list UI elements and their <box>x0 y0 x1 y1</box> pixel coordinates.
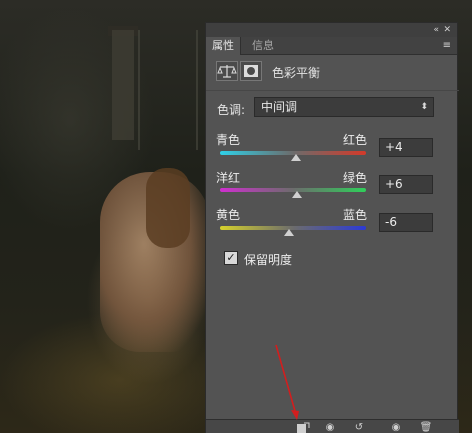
yellow-blue-value-input[interactable]: -6 <box>379 213 433 232</box>
color-balance-icon <box>216 61 238 81</box>
slider-cyan-label: 青色 <box>216 133 241 147</box>
view-previous-icon[interactable]: ◉ <box>323 422 337 433</box>
cyan-red-value-input[interactable]: +4 <box>379 138 433 157</box>
slider-red-label: 红色 <box>343 133 368 147</box>
tab-properties[interactable]: 属性 <box>206 37 241 55</box>
close-panel-button[interactable]: ✕ <box>443 23 451 37</box>
cyan-red-slider-thumb[interactable] <box>290 154 301 161</box>
clip-to-layer-icon[interactable] <box>296 422 310 433</box>
magenta-green-value-input[interactable]: +6 <box>379 175 433 194</box>
visibility-icon[interactable]: ◉ <box>389 422 403 433</box>
preserve-luminosity-label: 保留明度 <box>244 253 293 267</box>
slider-green-label: 绿色 <box>343 171 368 185</box>
adjustment-header: 色彩平衡 <box>206 55 459 91</box>
tab-info[interactable]: 信息 <box>246 37 280 55</box>
yellow-blue-slider-thumb[interactable] <box>283 229 294 236</box>
slider-yellow-label: 黄色 <box>216 208 241 222</box>
figure-hair <box>146 168 190 248</box>
collapse-panel-button[interactable]: « <box>433 23 439 37</box>
gate-pillar <box>112 30 134 140</box>
tone-select-value: 中间调 <box>261 100 298 114</box>
preserve-luminosity-checkbox[interactable]: ✓ <box>224 251 238 265</box>
tone-label: 色调: <box>217 103 246 117</box>
select-arrows-icon: ⬍ <box>420 102 428 112</box>
magenta-green-slider-thumb[interactable] <box>292 191 303 198</box>
panel-menu-icon[interactable]: ≡ <box>443 40 451 51</box>
layer-mask-icon[interactable] <box>240 61 262 81</box>
adjustment-title: 色彩平衡 <box>272 66 321 80</box>
slider-blue-label: 蓝色 <box>343 208 368 222</box>
panel-tabs: 属性 信息 ≡ <box>206 37 457 55</box>
iron-gate <box>138 30 198 150</box>
slider-magenta-label: 洋红 <box>216 171 241 185</box>
properties-panel: « ✕ 属性 信息 ≡ 色彩平衡 色调: 中间调 ⬍ 青色 红色 +4 洋红 绿… <box>205 22 459 433</box>
reset-icon[interactable]: ↺ <box>352 422 366 433</box>
tone-select[interactable]: 中间调 ⬍ <box>254 97 434 117</box>
delete-icon[interactable]: 🗑 <box>419 422 433 433</box>
panel-bottom-bar: ◉ ↺ ◉ 🗑 <box>206 419 459 433</box>
panel-top-bar: « ✕ <box>206 23 457 37</box>
